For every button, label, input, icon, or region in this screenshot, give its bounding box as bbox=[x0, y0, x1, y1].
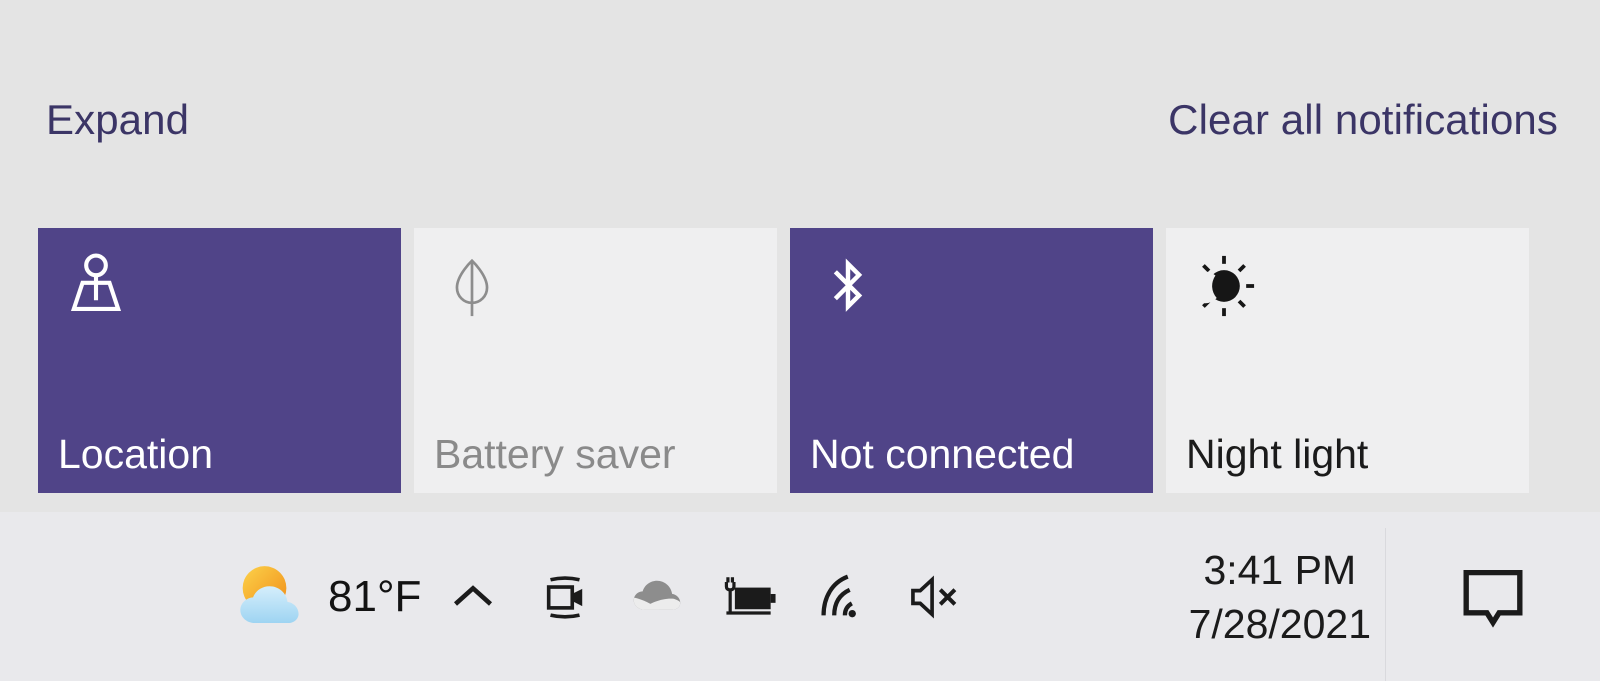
quick-action-label-battery-saver: Battery saver bbox=[434, 431, 676, 477]
onedrive-tray-button[interactable] bbox=[611, 512, 703, 681]
quick-action-tile-battery-saver[interactable]: Battery saver bbox=[414, 228, 777, 493]
expand-link[interactable]: Expand bbox=[46, 92, 189, 148]
night-light-icon bbox=[1189, 255, 1255, 317]
battery-charging-icon bbox=[725, 576, 776, 615]
quick-action-label-location: Location bbox=[58, 431, 214, 477]
volume-muted-icon bbox=[911, 575, 957, 618]
clear-all-notifications-link[interactable]: Clear all notifications bbox=[1168, 92, 1558, 148]
bluetooth-icon bbox=[833, 258, 863, 312]
volume-tray-button[interactable] bbox=[887, 512, 979, 681]
system-tray: 81°F bbox=[220, 512, 979, 681]
clock-date: 7/28/2021 bbox=[1188, 600, 1371, 647]
camera-tray-button[interactable] bbox=[519, 512, 611, 681]
quick-action-label-bluetooth: Not connected bbox=[810, 431, 1075, 477]
notification-speech-bubble-icon bbox=[1463, 569, 1523, 628]
taskbar-clock[interactable]: 3:41 PM 7/28/2021 bbox=[1175, 512, 1385, 681]
quick-action-tile-bluetooth[interactable]: Not connected bbox=[790, 228, 1153, 493]
weather-widget[interactable]: 81°F bbox=[220, 554, 427, 640]
action-center-panel: Expand Clear all notifications Location bbox=[0, 0, 1600, 512]
partly-cloudy-sun-icon bbox=[240, 565, 299, 623]
location-icon bbox=[70, 253, 122, 312]
show-hidden-icons-button[interactable] bbox=[427, 512, 519, 681]
onedrive-cloud-icon bbox=[634, 580, 681, 610]
taskbar: 81°F 3:41 PM 7/28/2021 bbox=[0, 512, 1600, 681]
quick-action-tile-location[interactable]: Location bbox=[38, 228, 401, 493]
weather-temperature: 81°F bbox=[328, 571, 422, 621]
camera-video-icon bbox=[547, 575, 583, 619]
clock-time: 3:41 PM bbox=[1203, 546, 1357, 593]
battery-tray-button[interactable] bbox=[703, 512, 795, 681]
screen: Expand Clear all notifications Location bbox=[0, 0, 1600, 681]
network-tray-button[interactable] bbox=[795, 512, 887, 681]
action-center-links-row: Expand Clear all notifications bbox=[0, 92, 1600, 158]
wifi-icon bbox=[821, 574, 857, 617]
taskbar-divider bbox=[1385, 528, 1386, 681]
quick-action-label-night-light: Night light bbox=[1186, 431, 1369, 477]
action-center-button[interactable] bbox=[1418, 512, 1568, 681]
leaf-icon bbox=[455, 258, 489, 317]
quick-actions-grid: Location Battery saver Not connected Nig… bbox=[38, 228, 1568, 493]
quick-action-tile-night-light[interactable]: Night light bbox=[1166, 228, 1529, 493]
show-hidden-icons-chevron-up-icon bbox=[454, 584, 493, 606]
